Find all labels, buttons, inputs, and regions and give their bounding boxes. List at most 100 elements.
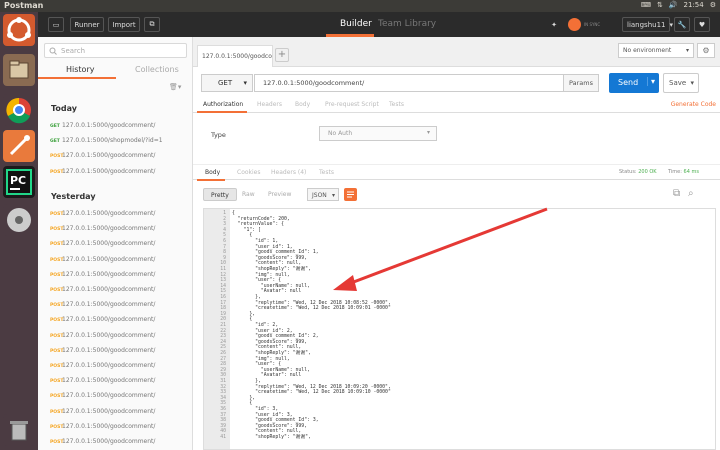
power-icon[interactable]: ⚙ [710,1,716,9]
send-button[interactable]: Send ▾ [609,73,659,93]
tab-headers[interactable]: Headers [257,101,282,108]
sync-status-icon[interactable] [568,18,581,31]
copy-icon[interactable]: ⧉ [673,188,685,200]
tab-team-library[interactable]: Team Library [378,19,436,29]
tab-tests[interactable]: Tests [389,101,404,108]
history-item[interactable]: POST127.0.0.1:5000/goodcomment/ [50,332,155,339]
history-item[interactable]: POST127.0.0.1:5000/goodcomment/ [50,210,155,217]
history-item[interactable]: POST127.0.0.1:5000/goodcomment/ [50,225,155,232]
history-item[interactable]: GET 127.0.0.1:5000/shopmodel/?id=1 [50,137,163,144]
heart-icon[interactable]: ♥ [694,17,710,32]
history-item[interactable]: POST127.0.0.1:5000/goodcomment/ [50,286,155,293]
history-item-url: 127.0.0.1:5000/goodcomment/ [62,152,156,160]
tab-response-tests[interactable]: Tests [319,169,334,176]
history-item[interactable]: POST127.0.0.1:5000/goodcomment/ [50,168,155,175]
format-select[interactable]: JSON ▾ [307,188,339,201]
request-builder: 127.0.0.1:5000/goodcomm + No environment… [193,37,720,450]
tab-pre-request-script[interactable]: Pre-request Script [325,101,379,108]
status-label: Status: [619,169,637,175]
tab-response-headers[interactable]: Headers (4) [271,169,306,176]
pretty-button[interactable]: Pretty [203,188,237,201]
files-icon[interactable] [3,54,35,86]
new-window-icon[interactable]: ⧉ [144,17,160,32]
import-button[interactable]: Import [108,17,140,32]
chevron-down-icon[interactable]: ▾ [646,77,655,86]
history-item[interactable]: POST127.0.0.1:5000/goodcomment/ [50,423,155,430]
history-item[interactable]: POST127.0.0.1:5000/goodcomment/ [50,362,155,369]
history-item-url: 127.0.0.1:5000/goodcomment/ [62,438,156,445]
response-body[interactable]: 1 2 3 4 5 6 7 8 9 10 11 12 13 14 15 16 17 18 19 20 21 22 23 24 2… [203,208,716,450]
history-item-method: GET [50,124,60,129]
search-icon[interactable]: ⌕ [688,188,700,200]
history-item[interactable]: GET 127.0.0.1:5000/goodcomment/ [50,122,155,129]
save-button[interactable]: Save ▾ [663,73,699,93]
history-item[interactable]: POST127.0.0.1:5000/goodcomment/ [50,408,155,415]
status-value: 200 OK [638,169,657,175]
history-item-url: 127.0.0.1:5000/goodcomment/ [62,301,156,309]
history-item-method: POST [50,318,64,324]
trash-icon[interactable] [3,414,35,446]
ubuntu-dash-icon[interactable] [3,14,35,46]
sidebar-toggle-icon[interactable]: ▭ [48,17,64,32]
history-item[interactable]: POST127.0.0.1:5000/goodcomment/ [50,301,155,308]
tab-builder[interactable]: Builder [340,19,372,29]
interceptor-icon[interactable]: ✦ [546,17,562,32]
search-input[interactable]: Search [44,43,187,58]
disc-icon[interactable] [3,204,35,236]
history-item[interactable]: POST127.0.0.1:5000/goodcomment/ [50,377,155,384]
settings-icon[interactable]: 🔧 [674,17,690,32]
generate-code-link[interactable]: Generate Code [671,101,716,108]
history-item[interactable]: POST127.0.0.1:5000/goodcomment/ [50,240,155,247]
network-icon[interactable]: ⇅ [657,1,663,9]
volume-icon[interactable]: 🔊 [669,1,678,9]
history-item[interactable]: POST127.0.0.1:5000/goodcomment/ [50,271,155,278]
environment-select[interactable]: No environment ▾ [618,43,694,58]
history-item-url: 127.0.0.1:5000/goodcomment/ [62,407,156,415]
request-tab[interactable]: 127.0.0.1:5000/goodcomm [197,45,273,67]
history-item[interactable]: POST127.0.0.1:5000/goodcomment/ [50,438,155,445]
send-label: Send [618,78,639,87]
url-row: GET ▾ 127.0.0.1:5000/goodcomment/ Params… [193,70,720,96]
keyboard-icon[interactable]: ⌨ [641,1,651,9]
runner-button[interactable]: Runner [70,17,104,32]
response-tabs: Body Cookies Headers (4) Tests Status: 2… [193,164,720,181]
method-select[interactable]: GET ▾ [201,74,253,92]
system-app-name: Postman [4,1,44,10]
chevron-down-icon: ▾ [690,79,694,87]
trash-history-icon[interactable]: 🗑▾ [169,83,181,91]
history-item-method: GET [50,139,60,145]
system-clock[interactable]: 21:54 [684,1,704,9]
chevron-down-icon: ▾ [426,129,430,136]
request-subtabs: Authorization Headers Body Pre-request S… [193,97,720,113]
user-menu[interactable]: liangshu11 ▾ [622,17,673,32]
history-item[interactable]: POST127.0.0.1:5000/goodcomment/ [50,316,155,323]
wrap-lines-icon[interactable] [344,188,357,201]
url-input[interactable]: 127.0.0.1:5000/goodcomment/ [254,74,564,92]
tab-collections[interactable]: Collections [135,65,179,74]
preview-button[interactable]: Preview [261,188,298,201]
params-button[interactable]: Params [563,74,599,92]
chrome-icon[interactable] [3,94,35,126]
tab-history[interactable]: History [66,65,94,74]
request-tab-bar: 127.0.0.1:5000/goodcomm + No environment… [193,37,720,67]
postman-launcher-icon[interactable] [3,130,35,162]
history-item[interactable]: POST127.0.0.1:5000/goodcomment/ [50,347,155,354]
history-item[interactable]: POST127.0.0.1:5000/goodcomment/ [50,392,155,399]
history-item-method: POST [50,348,64,354]
history-item[interactable]: POST127.0.0.1:5000/goodcomment/ [50,256,155,263]
subtab-indicator [197,111,247,113]
history-item-method: POST [50,169,64,175]
raw-button[interactable]: Raw [235,188,262,201]
add-tab-button[interactable]: + [275,48,289,62]
tab-body[interactable]: Body [295,101,310,108]
environment-settings-icon[interactable]: ⚙ [697,43,715,58]
pycharm-icon[interactable]: PC [3,166,35,198]
tab-cookies[interactable]: Cookies [237,169,261,176]
time-value: 64 ms [683,169,699,175]
authorization-panel: Type No Auth ▾ [193,114,720,154]
tab-authorization[interactable]: Authorization [203,101,243,108]
auth-type-select[interactable]: No Auth ▾ [319,126,437,141]
history-item-url: 127.0.0.1:5000/goodcomment/ [62,240,156,248]
history-item[interactable]: POST127.0.0.1:5000/goodcomment/ [50,152,155,159]
tab-response-body[interactable]: Body [205,169,220,176]
